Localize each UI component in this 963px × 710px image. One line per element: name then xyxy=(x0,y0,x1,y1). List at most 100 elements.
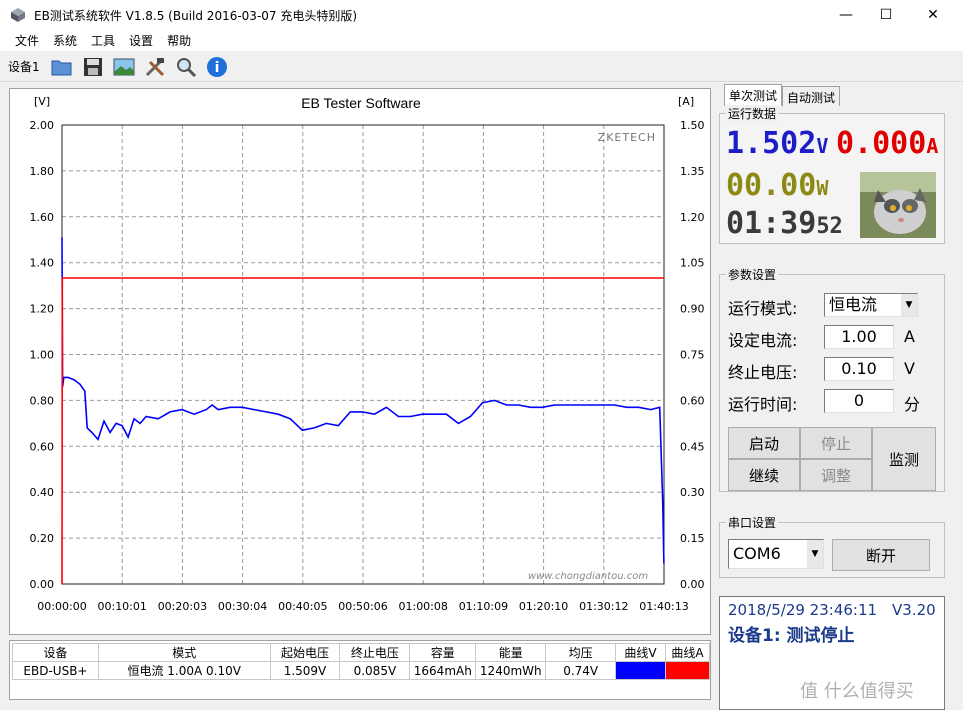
voltage-data-point xyxy=(139,422,141,424)
continue-button[interactable]: 继续 xyxy=(728,459,800,491)
status-datetime: 2018/5/29 23:46:11 xyxy=(728,601,878,619)
magnifier-icon xyxy=(176,57,196,77)
app-window: EB测试系统软件 V1.8.5 (Build 2016-03-07 充电头特别版… xyxy=(0,0,963,710)
chevron-down-icon[interactable]: ▼ xyxy=(807,540,823,568)
menu-file[interactable]: 文件 xyxy=(8,32,46,49)
voltage-data-point xyxy=(409,415,411,418)
adjust-button[interactable]: 调整 xyxy=(800,459,872,491)
menu-help[interactable]: 帮助 xyxy=(160,32,198,49)
monitor-button[interactable]: 监测 xyxy=(872,427,936,491)
header-mode: 模式 xyxy=(97,643,271,662)
voltage-data-point xyxy=(127,436,129,438)
current-value: 0.000 xyxy=(836,126,927,161)
set-current-input[interactable]: 1.00 xyxy=(824,325,894,349)
voltage-data-point xyxy=(313,427,315,429)
cutoff-voltage-unit: V xyxy=(904,359,915,378)
save-button[interactable] xyxy=(79,54,107,80)
elapsed-seconds-value: 52 xyxy=(816,214,843,239)
close-button[interactable]: ✕ xyxy=(910,0,956,30)
curve-a-swatch[interactable] xyxy=(664,661,711,680)
toolbar: 设备1 i xyxy=(0,52,963,82)
header-curve-a: 曲线A xyxy=(664,643,711,662)
voltage-data-point xyxy=(79,383,81,385)
title-bar: EB测试系统软件 V1.8.5 (Build 2016-03-07 充电头特别版… xyxy=(0,0,963,30)
cutoff-voltage-input[interactable]: 0.10 xyxy=(824,357,894,381)
current-data-point xyxy=(663,277,665,279)
info-button[interactable]: i xyxy=(203,54,231,80)
voltage-data-point xyxy=(650,408,652,411)
stats-header-row: 设备 模式 起始电压 终止电压 容量 能量 均压 曲线V 曲线A xyxy=(12,643,711,662)
set-current-unit: A xyxy=(904,327,915,346)
x-tick-label: 00:20:03 xyxy=(158,600,207,613)
tools-button[interactable] xyxy=(141,54,169,80)
menu-settings[interactable]: 设置 xyxy=(122,32,160,49)
status-version: V3.20 xyxy=(892,601,936,619)
y2-tick-label: 0.60 xyxy=(680,394,705,407)
status-message: 设备1: 测试停止 xyxy=(728,626,855,646)
x-tick-label: 01:10:09 xyxy=(459,600,508,613)
cell-start-voltage: 1.509V xyxy=(269,661,341,680)
cutoff-voltage-label: 终止电压: xyxy=(728,363,798,382)
voltage-data-point xyxy=(109,431,111,434)
serial-group: 串口设置 COM6 ▼ 断开 xyxy=(719,514,945,578)
site-watermark: www.chongdiantou.com xyxy=(528,571,648,582)
search-button[interactable] xyxy=(172,54,200,80)
info-icon: i xyxy=(206,56,227,77)
com-port-select[interactable]: COM6 ▼ xyxy=(728,539,824,569)
y2-tick-label: 1.20 xyxy=(680,211,705,224)
voltage-data-point xyxy=(663,562,665,564)
cell-device: EBD-USB+ xyxy=(12,661,99,680)
y-tick-label: 0.20 xyxy=(30,532,55,545)
stop-button[interactable]: 停止 xyxy=(800,427,872,459)
voltage-data-point xyxy=(361,411,363,413)
window-title: EB测试系统软件 V1.8.5 (Build 2016-03-07 充电头特别版… xyxy=(34,8,358,23)
voltage-data-point xyxy=(541,406,544,408)
tools-icon xyxy=(145,57,164,76)
stats-data-row[interactable]: EBD-USB+ 恒电流 1.00A 0.10V 1.509V 0.085V 1… xyxy=(12,661,711,680)
y2-tick-label: 1.05 xyxy=(680,257,705,270)
cell-avg-voltage: 0.74V xyxy=(545,661,617,680)
voltage-data-point xyxy=(61,236,63,239)
curve-v-swatch[interactable] xyxy=(615,661,666,680)
chevron-down-icon[interactable]: ▼ xyxy=(901,294,917,316)
maximize-button[interactable]: ☐ xyxy=(863,0,909,30)
power-readout: 00.00W xyxy=(726,168,828,203)
menu-tools[interactable]: 工具 xyxy=(84,32,122,49)
tab-single-test[interactable]: 单次测试 xyxy=(724,84,783,106)
tab-auto-test[interactable]: 自动测试 xyxy=(782,86,841,106)
disconnect-button[interactable]: 断开 xyxy=(832,539,930,571)
y2-tick-label: 0.30 xyxy=(680,486,705,499)
y-tick-label: 1.40 xyxy=(30,257,55,270)
y-tick-label: 1.00 xyxy=(30,349,55,362)
voltage-data-point xyxy=(433,413,436,415)
zketech-watermark: ZKETECH xyxy=(598,131,656,144)
voltage-data-point xyxy=(421,413,424,415)
voltage-data-point xyxy=(253,408,255,411)
current-unit: A xyxy=(926,134,939,158)
voltage-data-point xyxy=(373,413,375,415)
voltage-data-point xyxy=(385,406,387,408)
voltage-data-point xyxy=(469,415,472,418)
brand-watermark: 值 什么值得买 xyxy=(800,681,914,702)
voltage-data-point xyxy=(103,420,105,422)
cell-energy: 1240mWh xyxy=(475,661,547,680)
run-time-input[interactable]: 0 xyxy=(824,389,894,413)
cell-mode: 恒电流 1.00A 0.10V xyxy=(97,661,271,680)
voltage-data-point xyxy=(553,404,556,406)
voltage-data-point xyxy=(577,404,580,406)
export-image-button[interactable] xyxy=(110,54,138,80)
voltage-data-point xyxy=(505,404,508,406)
voltage-data-point xyxy=(121,425,123,427)
menu-system[interactable]: 系统 xyxy=(46,32,84,49)
run-time-unit: 分 xyxy=(904,395,921,414)
open-folder-button[interactable] xyxy=(48,54,76,80)
header-capacity: 容量 xyxy=(409,643,477,662)
mode-select-value: 恒电流 xyxy=(829,295,878,314)
x-tick-label: 01:30:12 xyxy=(579,600,628,613)
start-button[interactable]: 启动 xyxy=(728,427,800,459)
x-tick-label: 00:50:06 xyxy=(338,600,387,613)
x-tick-label: 00:10:01 xyxy=(97,600,146,613)
voltage-data-point xyxy=(397,415,399,418)
voltage-data-point xyxy=(67,376,69,379)
mode-select[interactable]: 恒电流 ▼ xyxy=(824,293,918,317)
